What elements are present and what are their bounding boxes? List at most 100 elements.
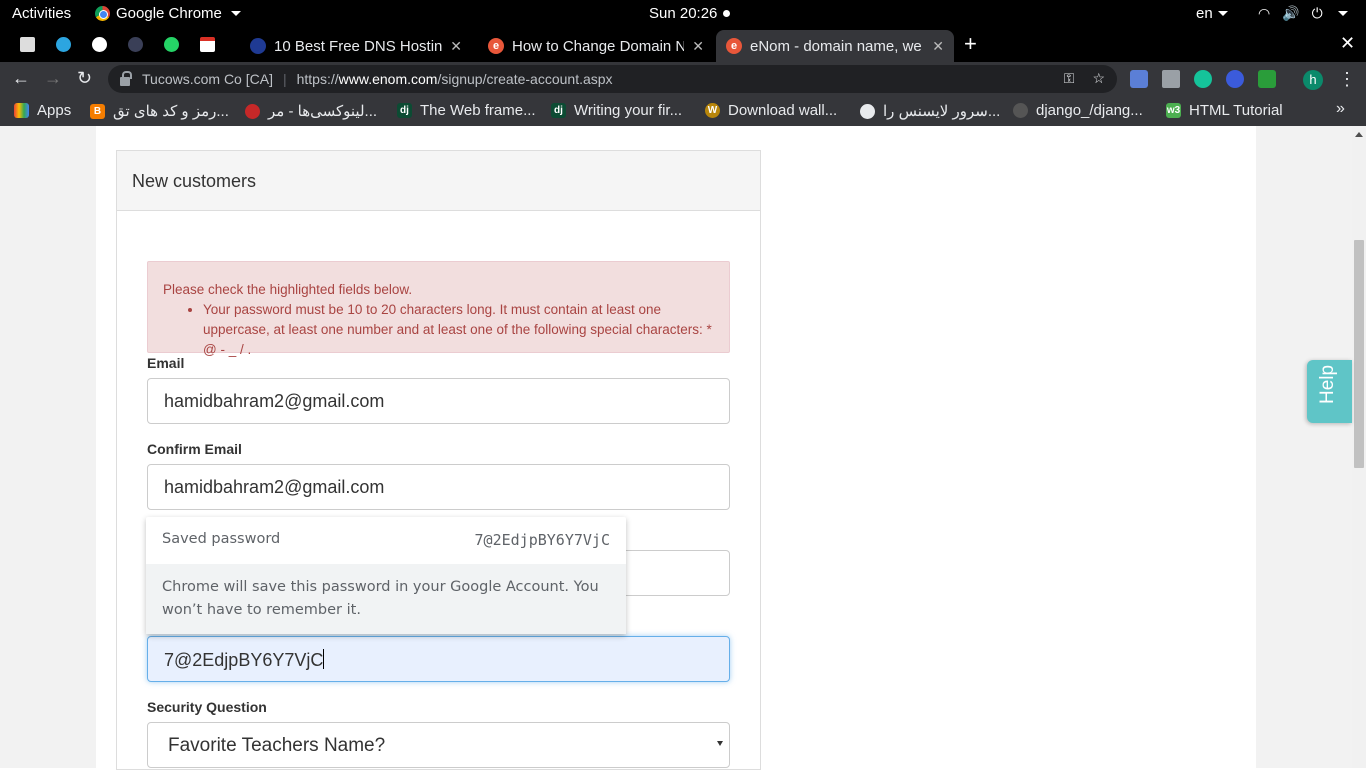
wallpaper-icon: W — [705, 103, 720, 118]
menu-kebab-icon[interactable]: ⋮ — [1338, 69, 1356, 90]
scrollbar[interactable] — [1352, 126, 1366, 768]
bookmark-apps[interactable]: Apps — [14, 102, 71, 119]
key-icon[interactable]: ⚿ — [1064, 70, 1075, 87]
system-menu[interactable]: ◠ 🔊 ⏻ — [1258, 5, 1348, 22]
pinned-tab-gmail[interactable] — [196, 35, 218, 53]
help-label: Help — [1317, 364, 1338, 404]
django-icon: dj — [397, 103, 412, 118]
forward-arrow-icon[interactable]: → — [44, 68, 62, 89]
saved-password-label: Saved password — [162, 531, 281, 547]
window-close-icon[interactable]: ✕ — [1340, 33, 1355, 54]
bookmark-label: لینوکسی‌ها - مر... — [268, 103, 378, 120]
linux-icon — [245, 103, 260, 119]
bookmark-label: Download wall... — [728, 102, 838, 119]
tab-dns-hosting[interactable]: 10 Best Free DNS Hosting ✕ — [240, 30, 472, 62]
blogger-icon: B — [90, 103, 105, 119]
site-favicon-icon — [250, 38, 266, 54]
scrollbar-thumb[interactable] — [1354, 240, 1364, 468]
reload-icon[interactable]: ↻ — [77, 68, 92, 89]
system-top-bar: Activities Google Chrome Sun 20:26 en ◠ … — [0, 0, 1366, 28]
bookmark-item[interactable]: W Download wall... — [705, 102, 837, 119]
confirm-password-value: 7@2EdjpBY6Y7VjC — [164, 650, 324, 670]
email-label: Email — [147, 355, 185, 371]
dropdown-arrow-icon — [717, 741, 723, 746]
alert-item: Your password must be 10 to 20 character… — [203, 300, 714, 360]
url-host: www.enom.com — [338, 71, 438, 87]
text-cursor — [323, 649, 325, 669]
chevron-down-icon — [230, 11, 241, 16]
panel-title: New customers — [117, 151, 760, 211]
language-selector[interactable]: en — [1196, 5, 1228, 22]
close-icon[interactable]: ✕ — [692, 38, 704, 55]
scroll-up-arrow-icon[interactable] — [1355, 132, 1363, 137]
tab-enom-active[interactable]: e eNom - domain name, we ✕ — [716, 30, 954, 62]
bookmark-label: رمز و کد های تق... — [113, 103, 229, 120]
star-icon[interactable]: ☆ — [1092, 70, 1105, 87]
notification-dot-icon — [723, 10, 731, 17]
saved-password-row[interactable]: Saved password 7@2EdjpBY6Y7VjC — [146, 517, 626, 564]
bookmark-item[interactable]: dj The Web frame... — [397, 102, 536, 119]
url-scheme: https:// — [296, 71, 339, 87]
bookmark-item[interactable]: dj Writing your fir... — [551, 102, 682, 119]
bookmarks-overflow-icon[interactable]: » — [1336, 100, 1345, 118]
bookmark-label: django_/djang... — [1036, 102, 1143, 119]
chevron-down-icon — [1337, 11, 1348, 16]
pinned-tab-edu[interactable] — [124, 35, 146, 53]
pinned-tabs — [16, 35, 218, 53]
bookmark-item[interactable]: سرور لایسنس را... — [860, 102, 1000, 120]
django-icon: dj — [551, 103, 566, 118]
github-icon — [1013, 103, 1028, 118]
globe-icon — [860, 103, 875, 119]
clock[interactable]: Sun 20:26 — [649, 5, 731, 22]
fontface-extension-icon[interactable] — [1226, 70, 1244, 88]
new-tab-plus-icon[interactable]: + — [964, 31, 977, 57]
confirm-password-field[interactable]: 7@2EdjpBY6Y7VjC — [147, 636, 730, 682]
site-identity-label: Tucows.com Co [CA] — [142, 71, 273, 87]
enom-favicon-icon: e — [726, 38, 742, 54]
chevron-down-icon — [1217, 11, 1228, 16]
confirm-email-field[interactable]: hamidbahram2@gmail.com — [147, 464, 730, 510]
graduation-cap-icon — [127, 36, 143, 52]
profile-avatar[interactable]: h — [1303, 70, 1323, 90]
tab-title: 10 Best Free DNS Hosting — [274, 37, 443, 55]
confirm-email-label: Confirm Email — [147, 441, 242, 457]
tab-title: How to Change Domain N — [512, 37, 685, 55]
security-question-select[interactable]: Favorite Teachers Name? — [147, 722, 730, 768]
bookmark-item[interactable]: w3 HTML Tutorial — [1166, 102, 1283, 119]
bookmark-label: The Web frame... — [420, 102, 536, 119]
extension-icon[interactable] — [1162, 70, 1180, 88]
bookmark-label: HTML Tutorial — [1189, 102, 1283, 119]
alert-list: Your password must be 10 to 20 character… — [203, 300, 714, 360]
saved-password-note: Chrome will save this password in your G… — [146, 564, 626, 634]
telegram-icon — [55, 36, 71, 52]
close-icon[interactable]: ✕ — [932, 38, 944, 55]
pinned-tab-whatsapp[interactable] — [160, 35, 182, 53]
bookmark-item[interactable]: لینوکسی‌ها - مر... — [245, 102, 377, 120]
volume-icon: 🔊 — [1282, 5, 1300, 21]
bookmarks-bar: Apps B رمز و کد های تق... لینوکسی‌ها - م… — [0, 96, 1366, 126]
pinned-tab-telegram[interactable] — [52, 35, 74, 53]
tab-strip: 10 Best Free DNS Hosting ✕ e How to Chan… — [0, 28, 1366, 62]
bookmark-item[interactable]: django_/djang... — [1013, 102, 1143, 119]
browser-toolbar: ← → ↻ Tucows.com Co [CA] | https://www.e… — [0, 62, 1366, 96]
activities-button[interactable]: Activities — [12, 5, 71, 22]
help-tab[interactable]: Help — [1307, 360, 1352, 423]
bookmark-label: Apps — [37, 102, 72, 119]
pinned-tab-books[interactable] — [16, 35, 38, 53]
lock-icon — [120, 70, 132, 86]
app-menu[interactable]: Google Chrome — [95, 5, 241, 22]
separator: | — [282, 71, 287, 87]
pinned-tab-globe[interactable] — [88, 35, 110, 53]
error-alert: Please check the highlighted fields belo… — [147, 261, 730, 357]
pl-extension-icon[interactable] — [1258, 70, 1276, 88]
close-icon[interactable]: ✕ — [450, 38, 462, 55]
omnibox-actions: ⚿ ☆ — [1064, 70, 1105, 87]
address-bar[interactable]: Tucows.com Co [CA] | https://www.enom.co… — [108, 65, 1117, 93]
back-arrow-icon[interactable]: ← — [12, 68, 30, 89]
tab-change-domain[interactable]: e How to Change Domain N ✕ — [478, 30, 714, 62]
email-field[interactable]: hamidbahram2@gmail.com — [147, 378, 730, 424]
grammarly-icon[interactable] — [1194, 70, 1212, 88]
bookmark-item[interactable]: B رمز و کد های تق... — [90, 102, 229, 120]
saved-password-popup[interactable]: Saved password 7@2EdjpBY6Y7VjC Chrome wi… — [146, 517, 626, 634]
translate-extension-icon[interactable] — [1130, 70, 1148, 88]
